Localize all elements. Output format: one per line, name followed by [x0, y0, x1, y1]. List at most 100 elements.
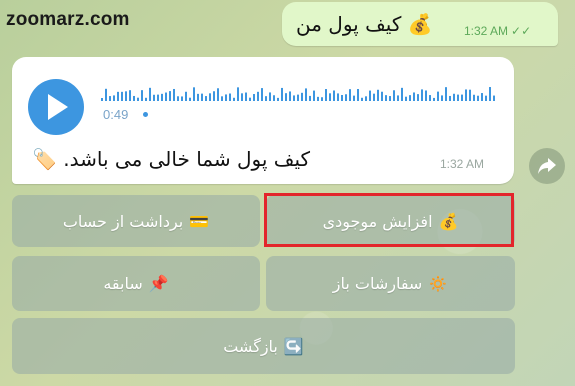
waveform-bar: [481, 93, 483, 101]
waveform-bar: [289, 91, 291, 101]
waveform-bar: [333, 90, 335, 101]
incoming-message-text: کیف پول شما خالی می باشد. 🏷️: [32, 147, 311, 171]
waveform-bar: [197, 93, 199, 101]
waveform-bar: [377, 89, 379, 101]
waveform-bar: [441, 95, 443, 101]
waveform-bar: [489, 87, 491, 101]
waveform-bar: [261, 88, 263, 101]
waveform-bar: [217, 88, 219, 101]
waveform-bar: [353, 95, 355, 101]
waveform-bar: [121, 91, 123, 101]
waveform-bar: [257, 91, 259, 101]
waveform-bar: [141, 90, 143, 101]
waveform-bar: [281, 87, 283, 101]
waveform-bar: [413, 92, 415, 101]
waveform-bar: [309, 95, 311, 101]
money-bag-icon: 💰: [407, 12, 433, 36]
back-button[interactable]: ↪️ بازگشت: [12, 318, 515, 374]
message-time: 1:32 AM: [464, 24, 509, 38]
waveform-bar: [393, 90, 395, 101]
outgoing-message[interactable]: 💰 کیف پول من 1:32 AM ✓✓: [282, 2, 558, 46]
waveform-bar: [185, 91, 187, 101]
money-bag-icon: 💰: [438, 211, 459, 231]
waveform-bar: [117, 91, 119, 101]
forward-button[interactable]: [529, 148, 565, 184]
waveform-bar: [473, 94, 475, 101]
return-arrow-icon: ↪️: [283, 336, 304, 356]
waveform-bar: [405, 96, 407, 101]
incoming-message[interactable]: 0:49 کیف پول شما خالی می باشد. 🏷️ 1:32 A…: [12, 57, 514, 184]
waveform-bar: [113, 95, 115, 101]
waveform-bar: [277, 97, 279, 101]
waveform-bar: [445, 87, 447, 101]
waveform-bar: [181, 96, 183, 101]
waveform-bar: [137, 97, 139, 101]
waveform-bar: [365, 96, 367, 101]
waveform-bar: [285, 93, 287, 101]
waveform-bar: [169, 91, 171, 101]
waveform-bar: [349, 89, 351, 101]
waveform-bar: [173, 88, 175, 101]
waveform-bar: [109, 96, 111, 101]
waveform-bar: [381, 91, 383, 101]
waveform-bar: [273, 95, 275, 101]
waveform-bar: [425, 90, 427, 101]
waveform-bar: [325, 89, 327, 101]
waveform-bar: [421, 89, 423, 101]
voice-duration: 0:49: [103, 107, 129, 122]
waveform-bar: [269, 92, 271, 101]
waveform-bar: [429, 95, 431, 101]
waveform-bar: [465, 89, 467, 101]
waveform-bar: [229, 93, 231, 101]
waveform-bar: [245, 92, 247, 101]
waveform-bar: [341, 95, 343, 101]
outgoing-message-meta: 1:32 AM ✓✓: [464, 24, 531, 38]
waveform-bar: [409, 95, 411, 101]
waveform-bar: [469, 89, 471, 101]
waveform-bar: [477, 95, 479, 101]
waveform-bar: [241, 93, 243, 101]
waveform-bar: [305, 88, 307, 101]
tag-icon: 🏷️: [32, 147, 57, 171]
waveform-bar: [265, 96, 267, 101]
waveform-bar: [161, 93, 163, 101]
forward-icon: [538, 158, 556, 174]
waveform-bar: [485, 95, 487, 101]
waveform-bar: [301, 92, 303, 101]
waveform-bar: [329, 93, 331, 101]
unplayed-dot: [143, 112, 148, 117]
waveform-bar: [153, 94, 155, 101]
waveform-bar: [449, 95, 451, 101]
waveform-bar: [253, 94, 255, 101]
increase-balance-button[interactable]: 💰 افزایش موجودی: [266, 195, 515, 247]
waveform-bar: [437, 91, 439, 101]
waveform-bar: [457, 94, 459, 101]
withdraw-button[interactable]: 💳 برداشت از حساب: [12, 195, 260, 247]
waveform-bar: [237, 87, 239, 101]
waveform-bar: [233, 97, 235, 101]
waveform-bar: [401, 87, 403, 101]
waveform-bar: [221, 96, 223, 101]
waveform-bar: [165, 92, 167, 101]
waveform-bar: [157, 94, 159, 101]
play-button[interactable]: [28, 79, 84, 135]
watermark: zoomarz.com: [6, 9, 130, 30]
waveform-bar: [321, 97, 323, 101]
waveform-bar: [249, 97, 251, 101]
waveform-bar: [389, 96, 391, 101]
history-button[interactable]: 📌 سابقه: [12, 256, 260, 311]
waveform-bar: [357, 89, 359, 101]
waveform-bar: [225, 94, 227, 101]
waveform-bar: [209, 93, 211, 101]
waveform-bar: [201, 93, 203, 101]
waveform-bar: [373, 93, 375, 101]
credit-card-icon: 💳: [189, 211, 210, 231]
waveform-bar: [433, 97, 435, 101]
waveform-bar: [493, 95, 495, 101]
waveform-bar: [125, 91, 127, 101]
waveform-bar: [385, 95, 387, 101]
waveform-bar: [397, 95, 399, 101]
voice-waveform[interactable]: [101, 85, 497, 101]
waveform-bar: [129, 90, 131, 101]
open-orders-button[interactable]: 🔅 سفارشات باز: [266, 256, 515, 311]
